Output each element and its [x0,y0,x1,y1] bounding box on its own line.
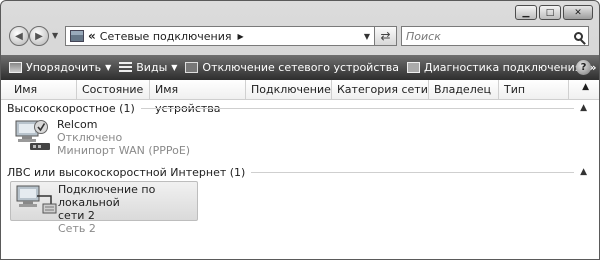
chevron-up-icon[interactable]: ▲ [580,167,587,177]
close-button[interactable]: ✕ [563,5,593,20]
column-header-status[interactable]: Состояние [77,80,150,99]
column-headers: Имя Состояние Имя устройства Подключение… [1,80,599,115]
group-label: Высокоскоростное (1) [7,101,135,115]
breadcrumb-overflow-icon[interactable]: « [88,29,96,43]
forward-arrow-icon: ▶ [35,30,43,42]
connection-name-line-1: Подключение по локальной [58,183,156,209]
group-divider [140,107,575,109]
connection-network: Сеть 2 [58,222,96,235]
address-bar[interactable]: « Сетевые подключения ▶ ▼ [65,26,375,46]
forward-button[interactable]: ▶ [29,26,49,46]
diagnose-button[interactable]: Диагностика подключения [407,61,581,74]
back-button[interactable]: ◀ [9,26,29,46]
lan-connection-icon [16,185,57,214]
group-header-broadband[interactable]: Высокоскоростное (1) ▲ [1,100,599,116]
diagnose-icon [407,62,421,73]
maximize-button[interactable]: □ [539,5,561,20]
column-header-device[interactable]: Имя устройства [150,80,246,115]
organize-label: Упорядочить [26,61,102,74]
column-header-name[interactable]: Имя [9,80,77,99]
maximize-icon: □ [545,7,555,18]
address-dropdown-icon[interactable]: ▼ [364,32,370,41]
disable-device-label: Отключение сетевого устройства [202,61,400,74]
address-row: ◀ ▶ ▼ « Сетевые подключения ▶ ▼ ⇄ [9,25,589,49]
broadband-connection-icon [15,120,50,150]
connection-text: Подключение по локальной сети 2 Сеть 2 [58,183,198,235]
breadcrumb-network-connections[interactable]: Сетевые подключения [100,30,232,43]
organize-button[interactable]: Упорядочить ▼ [9,61,111,74]
refresh-icon: ⇄ [380,29,391,43]
connection-text: Relcom Отключено Минипорт WAN (PPPoE) [57,118,197,157]
network-folder-icon [70,30,84,42]
disable-network-icon [185,62,199,73]
chevron-up-icon[interactable]: ▲ [580,103,587,113]
help-button[interactable]: ? [576,60,591,75]
explorer-window: ▁ □ ✕ ◀ ▶ ▼ « Сетевые подключения ▶ ▼ ⇄ … [0,0,600,260]
chevron-up-icon[interactable]: ▲ [582,82,589,92]
refresh-button[interactable]: ⇄ [375,26,397,46]
back-arrow-icon: ◀ [15,30,23,42]
chevron-down-icon: ▼ [171,63,178,72]
recent-pages-dropdown[interactable]: ▼ [52,31,58,40]
breadcrumb-arrow-icon[interactable]: ▶ [238,32,244,41]
connection-status: Отключено [57,131,123,144]
group-divider [251,171,575,173]
connection-device: Минипорт WAN (PPPoE) [57,144,191,157]
minimize-button[interactable]: ▁ [515,5,537,20]
connection-name: Relcom [57,118,98,131]
connection-item-local-area[interactable]: Подключение по локальной сети 2 Сеть 2 [10,181,198,235]
search-icon[interactable] [574,31,583,41]
search-box[interactable] [401,26,589,46]
connection-name-line-2: сети 2 [58,209,95,222]
views-icon [119,62,133,73]
command-bar: Упорядочить ▼ Виды ▼ Отключение сетевого… [1,55,599,80]
disable-device-button[interactable]: Отключение сетевого устройства [185,61,399,74]
group-label: ЛВС или высокоскоростной Интернет (1) [7,165,246,179]
views-button[interactable]: Виды ▼ [119,61,177,74]
diagnose-label: Диагностика подключения [424,61,582,74]
search-input[interactable] [402,28,575,44]
group-header-lan[interactable]: ЛВС или высокоскоростной Интернет (1) ▲ [1,164,599,180]
connection-item-relcom[interactable]: Relcom Отключено Минипорт WAN (PPPoE) [10,117,198,157]
column-header-connectivity[interactable]: Подключение [246,80,332,99]
window-controls: ▁ □ ✕ [515,5,593,20]
file-list: Имя Состояние Имя устройства Подключение… [1,80,599,259]
column-header-type[interactable]: Тип [499,80,569,99]
organize-icon [9,62,22,73]
chevron-down-icon: ▼ [105,63,112,72]
column-header-network-category[interactable]: Категория сети [332,80,429,99]
column-header-owner[interactable]: Владелец [429,80,499,99]
close-icon: ✕ [574,7,582,18]
views-label: Виды [136,61,168,74]
minimize-icon: ▁ [522,7,530,18]
